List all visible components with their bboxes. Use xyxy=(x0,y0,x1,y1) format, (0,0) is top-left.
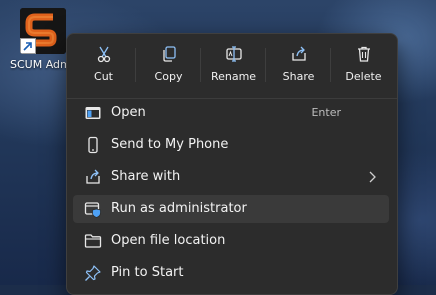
menu-item-send-to-phone[interactable]: Send to My Phone xyxy=(73,131,389,159)
open-app-icon xyxy=(85,107,101,119)
share-button[interactable]: Share xyxy=(266,34,331,94)
context-menu: Cut Copy Rename Share Delete Open Enter … xyxy=(66,33,398,295)
menu-item-label: Open file location xyxy=(111,233,226,248)
scissors-icon xyxy=(97,46,110,63)
phone-icon xyxy=(88,136,98,154)
shield-icon xyxy=(84,202,101,218)
cut-button[interactable]: Cut xyxy=(71,34,136,94)
menu-item-label: Run as administrator xyxy=(111,201,247,216)
pin-icon xyxy=(85,265,101,281)
folder-icon xyxy=(84,234,102,248)
menu-item-open-file-location[interactable]: Open file location xyxy=(73,227,389,255)
menu-item-label: Open xyxy=(111,105,146,120)
menu-item-label: Send to My Phone xyxy=(111,137,229,152)
copy-button[interactable]: Copy xyxy=(136,34,201,94)
menu-item-open[interactable]: Open Enter xyxy=(73,99,389,127)
trash-icon xyxy=(357,46,370,62)
menu-item-label: Pin to Start xyxy=(111,265,184,280)
rename-icon xyxy=(225,46,242,62)
menu-item-run-as-administrator[interactable]: Run as administrator xyxy=(73,195,389,223)
delete-label: Delete xyxy=(345,70,382,83)
scum-s-logo-icon xyxy=(20,8,66,54)
context-menu-toolbar: Cut Copy Rename Share Delete xyxy=(67,34,397,94)
rename-label: Rename xyxy=(210,70,257,83)
menu-item-label: Share with xyxy=(111,169,181,184)
copy-icon xyxy=(162,46,176,62)
rename-button[interactable]: Rename xyxy=(201,34,266,94)
menu-item-pin-to-start[interactable]: Pin to Start xyxy=(73,259,389,287)
share-icon xyxy=(291,46,306,61)
delete-button[interactable]: Delete xyxy=(331,34,396,94)
copy-label: Copy xyxy=(154,70,183,83)
shortcut-arrow-icon xyxy=(20,38,36,54)
share-with-icon xyxy=(86,169,100,184)
cut-label: Cut xyxy=(94,70,113,83)
chevron-right-icon xyxy=(369,171,376,183)
share-label: Share xyxy=(282,70,315,83)
menu-item-share-with[interactable]: Share with xyxy=(73,163,389,191)
menu-item-shortcut: Enter xyxy=(311,106,341,119)
